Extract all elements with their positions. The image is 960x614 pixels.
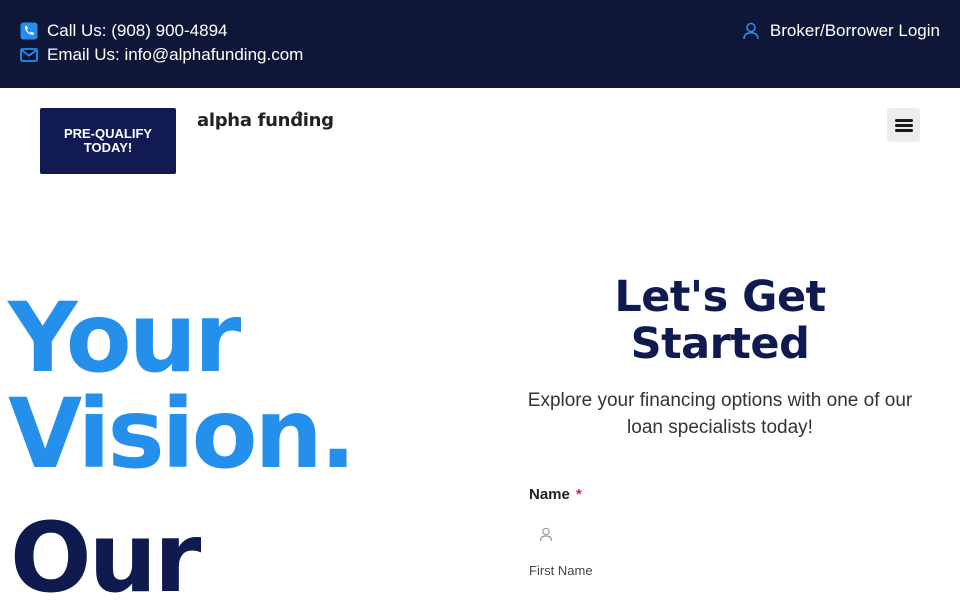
- hero-heading-line-1: Your: [8, 282, 241, 394]
- logo-mark-icon: [295, 111, 303, 116]
- form-subtitle: Explore your financing options with one …: [527, 390, 913, 438]
- name-field-label: Name *: [529, 486, 582, 503]
- phone-text: Call Us: (908) 900-4894: [47, 21, 228, 40]
- first-name-input[interactable]: [529, 518, 920, 552]
- form-title: Let's Get Started: [614, 272, 826, 369]
- broker-borrower-login-link[interactable]: Broker/Borrower Login: [742, 21, 940, 41]
- prequalify-button[interactable]: PRE-QUALIFY TODAY!: [40, 108, 176, 174]
- alpha-funding-logo[interactable]: alpha funding: [197, 110, 334, 131]
- email-us-link[interactable]: Email Us: info@alphafunding.com: [20, 45, 303, 65]
- required-asterisk: *: [575, 486, 582, 503]
- hero-heading-line-3: Our: [10, 502, 201, 614]
- name-label-text: Name: [529, 486, 570, 503]
- phone-icon: [20, 22, 38, 40]
- first-name-sublabel: First Name: [529, 563, 593, 578]
- email-text: Email Us: info@alphafunding.com: [47, 45, 304, 64]
- top-bar: Call Us: (908) 900-4894 Email Us: info@a…: [0, 0, 960, 88]
- site-header: PRE-QUALIFY TODAY! alpha funding: [0, 88, 960, 198]
- envelope-icon: [20, 46, 38, 64]
- login-text: Broker/Borrower Login: [769, 21, 940, 40]
- user-icon: [742, 22, 760, 40]
- call-us-link[interactable]: Call Us: (908) 900-4894: [20, 21, 227, 41]
- hamburger-menu-icon[interactable]: [887, 108, 920, 142]
- hero-heading-line-2: Vision.: [8, 378, 356, 490]
